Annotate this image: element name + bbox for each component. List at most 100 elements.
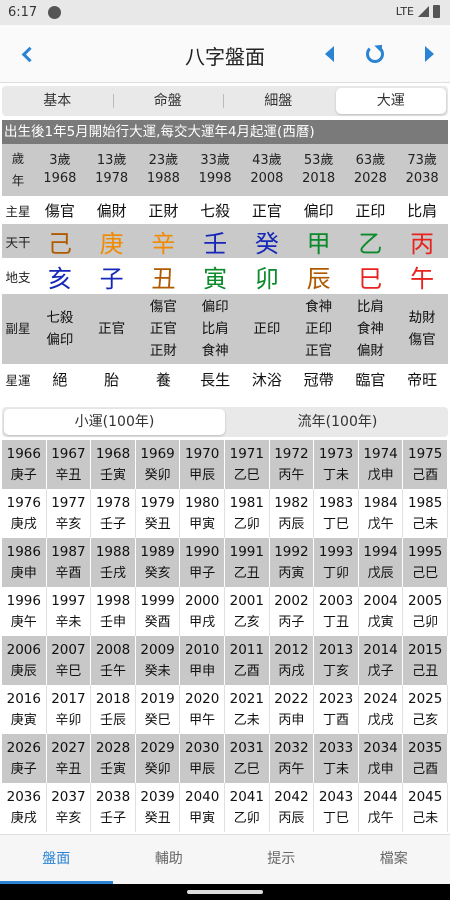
year-cell[interactable]: 2039 癸丑 <box>136 783 181 832</box>
year-cell[interactable]: 2029 癸卯 <box>136 734 181 783</box>
year-cell[interactable]: 2030 甲辰 <box>180 734 225 783</box>
year-cell[interactable]: 1989 癸亥 <box>136 538 181 587</box>
year-cell[interactable]: 2003 丁丑 <box>314 587 359 636</box>
tab-basic[interactable]: 基本 <box>2 86 113 116</box>
year-cell[interactable]: 2023 丁酉 <box>314 685 359 734</box>
year-cell[interactable]: 2004 戊寅 <box>359 587 404 636</box>
year-cell[interactable]: 2011 乙酉 <box>225 636 270 685</box>
year-cell[interactable]: 2027 辛丑 <box>47 734 92 783</box>
year-cell[interactable]: 1969 癸卯 <box>136 440 181 489</box>
year-cell[interactable]: 2014 戊子 <box>359 636 404 685</box>
year-cell[interactable]: 1993 丁卯 <box>314 538 359 587</box>
year-cell[interactable]: 2033 丁未 <box>314 734 359 783</box>
year-cell[interactable]: 2045 己未 <box>403 783 448 832</box>
year-cell[interactable]: 1985 己未 <box>403 489 448 538</box>
year-cell[interactable]: 2034 戊申 <box>359 734 404 783</box>
tab-annual-luck[interactable]: 流年(100年) <box>227 407 448 437</box>
year-cell[interactable]: 1979 癸丑 <box>136 489 181 538</box>
previous-button[interactable] <box>316 41 342 67</box>
year-cell[interactable]: 1991 乙丑 <box>225 538 270 587</box>
year-cell[interactable]: 1996 庚午 <box>2 587 47 636</box>
year-cell[interactable]: 1980 甲寅 <box>180 489 225 538</box>
year-number: 2001 <box>229 592 264 609</box>
year-cell[interactable]: 2015 己丑 <box>403 636 448 685</box>
year-cell[interactable]: 1966 庚子 <box>2 440 47 489</box>
year-cell[interactable]: 1975 己酉 <box>403 440 448 489</box>
year-cell[interactable]: 1997 辛未 <box>47 587 92 636</box>
year-cell[interactable]: 1984 戊午 <box>359 489 404 538</box>
year-cell[interactable]: 2001 乙亥 <box>225 587 270 636</box>
year-cell[interactable]: 1972 丙午 <box>270 440 315 489</box>
nav-hints[interactable]: 提示 <box>225 835 338 884</box>
year-cell[interactable]: 2036 庚戌 <box>2 783 47 832</box>
year-cell[interactable]: 2044 戊午 <box>359 783 404 832</box>
year-cell[interactable]: 2012 丙戌 <box>270 636 315 685</box>
year-cell[interactable]: 1999 癸酉 <box>136 587 181 636</box>
year-cell[interactable]: 1970 甲辰 <box>180 440 225 489</box>
year-cell[interactable]: 2002 丙子 <box>270 587 315 636</box>
year-cell[interactable]: 1990 甲子 <box>180 538 225 587</box>
year-cell[interactable]: 1995 己巳 <box>403 538 448 587</box>
year-cell[interactable]: 2017 辛卯 <box>47 685 92 734</box>
year-cell[interactable]: 2026 庚子 <box>2 734 47 783</box>
year-cell[interactable]: 2025 己亥 <box>403 685 448 734</box>
year-cell[interactable]: 2042 丙辰 <box>270 783 315 832</box>
year-cell[interactable]: 2031 乙巳 <box>225 734 270 783</box>
year-cell[interactable]: 1967 辛丑 <box>47 440 92 489</box>
stem-cell: 乙 <box>358 230 383 258</box>
year-cell[interactable]: 2000 甲戌 <box>180 587 225 636</box>
nav-files[interactable]: 檔案 <box>338 835 450 884</box>
year-cell[interactable]: 1977 辛亥 <box>47 489 92 538</box>
year-row: 1986 庚申 1987 辛酉 1988 壬戌 1989 癸亥 1990 甲子 1991 乙丑 1992… <box>2 538 448 587</box>
year-cell[interactable]: 2038 壬子 <box>91 783 136 832</box>
year-cell[interactable]: 2022 丙申 <box>270 685 315 734</box>
year-cell[interactable]: 2019 癸巳 <box>136 685 181 734</box>
nav-chart[interactable]: 盤面 <box>0 835 113 884</box>
year-cell[interactable]: 2009 癸未 <box>136 636 181 685</box>
home-indicator[interactable] <box>187 890 263 894</box>
year-cell[interactable]: 1974 戊申 <box>359 440 404 489</box>
year-cell[interactable]: 1988 壬戌 <box>91 538 136 587</box>
year-cell[interactable]: 1982 丙辰 <box>270 489 315 538</box>
year-cell[interactable]: 2024 戊戌 <box>359 685 404 734</box>
year-cell[interactable]: 1981 乙卯 <box>225 489 270 538</box>
year-ganzhi: 丁卯 <box>322 565 349 581</box>
year-cell[interactable]: 2041 乙卯 <box>225 783 270 832</box>
year-cell[interactable]: 2006 庚辰 <box>2 636 47 685</box>
year-cell[interactable]: 2035 己酉 <box>403 734 448 783</box>
year-cell[interactable]: 2007 辛巳 <box>47 636 92 685</box>
year-cell[interactable]: 2013 丁亥 <box>314 636 359 685</box>
year-cell[interactable]: 1971 乙巳 <box>225 440 270 489</box>
year-cell[interactable]: 2008 壬午 <box>91 636 136 685</box>
tab-detail[interactable]: 細盤 <box>223 86 334 116</box>
year-cell[interactable]: 1976 庚戌 <box>2 489 47 538</box>
next-button[interactable] <box>416 41 442 67</box>
year-cell[interactable]: 1986 庚申 <box>2 538 47 587</box>
refresh-button[interactable] <box>362 41 388 67</box>
nav-assist[interactable]: 輔助 <box>113 835 226 884</box>
year-ganzhi: 癸丑 <box>144 810 171 826</box>
year-cell[interactable]: 1994 戊辰 <box>359 538 404 587</box>
year-cell[interactable]: 2020 甲午 <box>180 685 225 734</box>
year-cell[interactable]: 1968 壬寅 <box>91 440 136 489</box>
year-cell[interactable]: 1983 丁巳 <box>314 489 359 538</box>
year-cell[interactable]: 2043 丁巳 <box>314 783 359 832</box>
year-cell[interactable]: 2037 辛亥 <box>47 783 92 832</box>
branch-cell: 寅 <box>203 264 228 293</box>
year-cell[interactable]: 1998 壬申 <box>91 587 136 636</box>
year-cell[interactable]: 2021 乙未 <box>225 685 270 734</box>
year-cell[interactable]: 2010 甲申 <box>180 636 225 685</box>
year-cell[interactable]: 1992 丙寅 <box>270 538 315 587</box>
tab-chart[interactable]: 命盤 <box>112 86 224 116</box>
tab-major-luck[interactable]: 大運 <box>335 88 446 114</box>
year-cell[interactable]: 2040 甲寅 <box>180 783 225 832</box>
year-cell[interactable]: 1973 丁未 <box>314 440 359 489</box>
year-cell[interactable]: 1978 壬子 <box>91 489 136 538</box>
year-cell[interactable]: 2016 庚寅 <box>2 685 47 734</box>
year-cell[interactable]: 2032 丙午 <box>270 734 315 783</box>
year-cell[interactable]: 2028 壬寅 <box>91 734 136 783</box>
year-cell[interactable]: 1987 辛酉 <box>47 538 92 587</box>
year-cell[interactable]: 2005 己卯 <box>403 587 448 636</box>
tab-minor-luck[interactable]: 小運(100年) <box>4 409 225 435</box>
year-cell[interactable]: 2018 壬辰 <box>91 685 136 734</box>
